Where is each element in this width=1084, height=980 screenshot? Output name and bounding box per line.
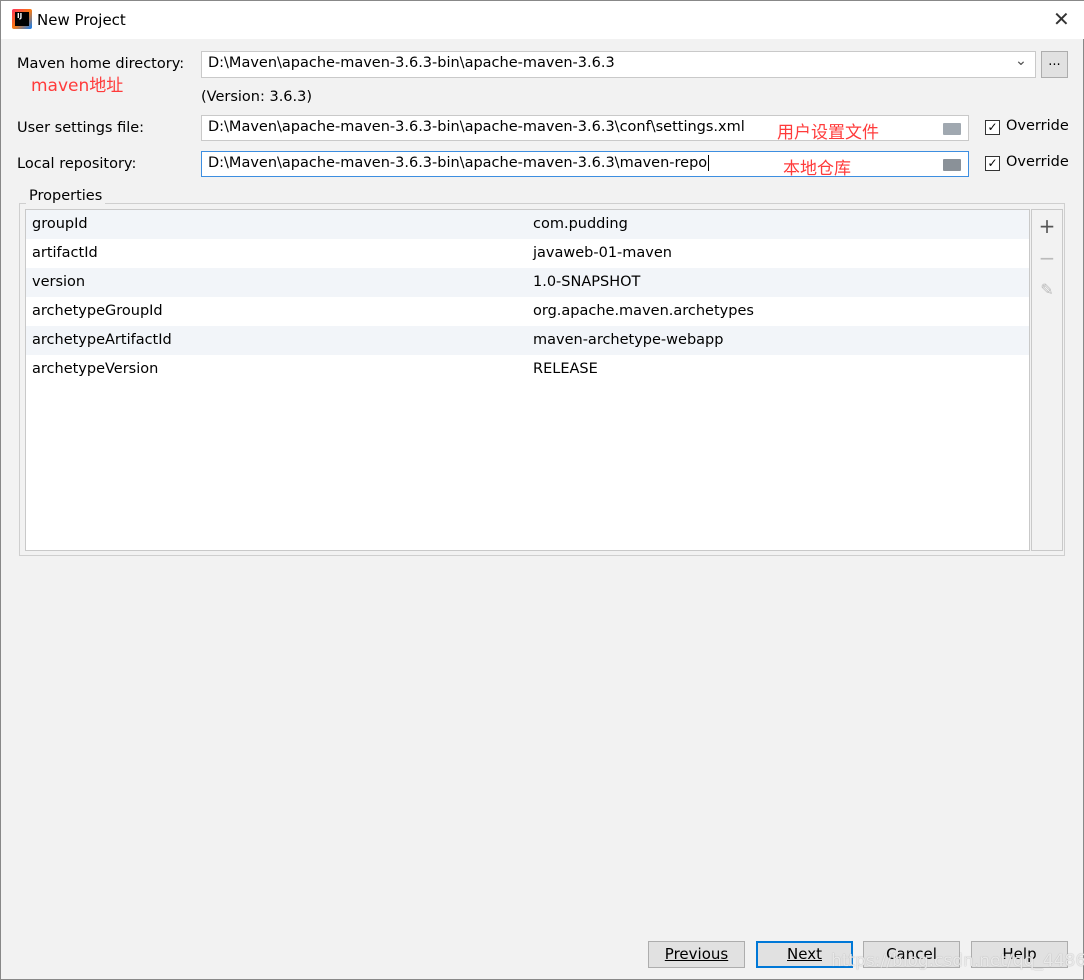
- table-row[interactable]: archetypeVersion RELEASE: [26, 355, 1029, 384]
- property-key: version: [32, 274, 86, 290]
- property-value[interactable]: maven-archetype-webapp: [533, 326, 723, 355]
- browse-button[interactable]: ...: [1041, 51, 1068, 78]
- previous-label: Previous: [664, 945, 729, 963]
- user-settings-label: User settings file:: [17, 120, 145, 136]
- table-row[interactable]: groupId com.pudding: [26, 210, 1029, 239]
- property-value[interactable]: javaweb-01-maven: [533, 239, 672, 268]
- property-value[interactable]: RELEASE: [533, 355, 598, 384]
- property-value[interactable]: com.pudding: [533, 210, 628, 239]
- intellij-app-icon: IJ: [12, 9, 32, 29]
- title-bar: [1, 1, 1084, 39]
- maven-version-text: (Version: 3.6.3): [201, 89, 313, 105]
- remove-icon[interactable]: −: [1032, 246, 1062, 270]
- user-settings-annotation: 用户设置文件: [777, 123, 879, 143]
- properties-label: Properties: [26, 188, 106, 204]
- maven-home-value: D:\Maven\apache-maven-3.6.3-bin\apache-m…: [208, 55, 615, 71]
- edit-pencil-icon[interactable]: ✎: [1032, 280, 1062, 299]
- close-icon[interactable]: ✕: [1053, 7, 1070, 31]
- property-key: archetypeVersion: [32, 361, 159, 377]
- window-title: New Project: [37, 11, 126, 29]
- property-key: archetypeArtifactId: [32, 332, 172, 348]
- user-settings-value: D:\Maven\apache-maven-3.6.3-bin\apache-m…: [208, 119, 745, 135]
- properties-toolbar: + − ✎: [1031, 209, 1063, 551]
- property-key: archetypeGroupId: [32, 303, 163, 319]
- table-row[interactable]: archetypeGroupId org.apache.maven.archety…: [26, 297, 1029, 326]
- local-repo-value: D:\Maven\apache-maven-3.6.3-bin\apache-m…: [208, 155, 708, 171]
- folder-icon[interactable]: [943, 159, 961, 171]
- folder-icon[interactable]: [943, 123, 961, 135]
- override-label: Override: [1006, 118, 1069, 134]
- user-settings-override-checkbox[interactable]: ✓: [985, 120, 1000, 135]
- override-label: Override: [1006, 154, 1069, 170]
- next-label: Next: [787, 945, 822, 963]
- property-value[interactable]: 1.0-SNAPSHOT: [533, 268, 640, 297]
- local-repo-label: Local repository:: [17, 156, 137, 172]
- table-row[interactable]: version 1.0-SNAPSHOT: [26, 268, 1029, 297]
- local-repo-override-checkbox[interactable]: ✓: [985, 156, 1000, 171]
- chevron-down-icon[interactable]: ⌄: [1015, 53, 1027, 69]
- property-key: artifactId: [32, 245, 98, 261]
- local-repo-annotation: 本地仓库: [783, 159, 851, 179]
- table-row[interactable]: artifactId javaweb-01-maven: [26, 239, 1029, 268]
- maven-home-annotation: maven地址: [31, 76, 124, 96]
- add-icon[interactable]: +: [1032, 214, 1062, 238]
- maven-home-label: Maven home directory:: [17, 56, 185, 72]
- previous-button[interactable]: Previous: [648, 941, 745, 968]
- maven-home-combobox[interactable]: D:\Maven\apache-maven-3.6.3-bin\apache-m…: [201, 51, 1036, 78]
- table-row[interactable]: archetypeArtifactId maven-archetype-webap…: [26, 326, 1029, 355]
- watermark: https://blog.csdn.net/qq_44863882: [831, 951, 1084, 971]
- property-key: groupId: [32, 216, 88, 232]
- properties-table[interactable]: groupId com.pudding artifactId javaweb-01-m…: [25, 209, 1030, 551]
- property-value[interactable]: org.apache.maven.archetypes: [533, 297, 754, 326]
- local-repo-input[interactable]: D:\Maven\apache-maven-3.6.3-bin\apache-m…: [201, 151, 969, 177]
